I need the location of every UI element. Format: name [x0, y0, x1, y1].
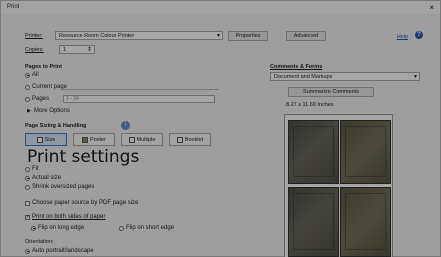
both-sides-label: Print on both sides of paper: [32, 214, 106, 220]
multiple-icon: [128, 136, 135, 143]
caption-text: Print settings: [27, 147, 140, 167]
pages-range-input[interactable]: 1 - 24: [63, 95, 215, 103]
orientation-title: Orientation:: [25, 239, 54, 245]
tab-poster[interactable]: Poster: [73, 133, 115, 146]
print-preview: [284, 114, 393, 257]
preview-page-image: [288, 187, 339, 257]
radio-all-dot[interactable]: [25, 72, 30, 78]
choose-source-box[interactable]: [25, 200, 30, 206]
chevron-down-icon: ▾: [216, 33, 220, 39]
dialog-title: Print: [7, 4, 20, 10]
radio-actual-dot[interactable]: [25, 175, 30, 181]
choose-source-label: Choose paper source by PDF page size: [32, 200, 139, 206]
radio-flip-long[interactable]: Flip on long edge: [31, 225, 84, 231]
radio-fit-dot[interactable]: [25, 166, 30, 172]
booklet-icon: [176, 136, 183, 143]
tab-booklet-label: Booklet: [184, 136, 204, 143]
copies-label: Copies:: [25, 47, 44, 53]
help-icon[interactable]: ?: [415, 31, 423, 39]
pages-to-print-title: Pages to Print: [25, 64, 62, 70]
preview-page-image: [340, 120, 391, 184]
both-sides-box[interactable]: [25, 214, 30, 220]
radio-pages-dot[interactable]: [25, 96, 30, 102]
radio-all-label: All: [32, 72, 39, 78]
tab-size-label: Size: [44, 136, 56, 143]
tab-size[interactable]: Size: [25, 133, 67, 146]
flip-long-dot[interactable]: [31, 225, 36, 231]
chevron-right-icon: ▶: [27, 108, 31, 114]
comments-forms-value: Document and Markups: [274, 74, 333, 80]
copies-stepper[interactable]: 1 ⇕: [59, 45, 95, 54]
page-sizing-title: Page Sizing & Handling: [25, 123, 87, 129]
properties-button[interactable]: Properties: [228, 31, 268, 41]
tab-poster-label: Poster: [90, 136, 106, 143]
flip-long-label: Flip on long edge: [38, 225, 85, 231]
more-options-toggle[interactable]: ▶ More Options: [27, 108, 70, 114]
page-size-readout: 8.27 x 11.69 Inches: [286, 102, 334, 108]
more-options-label: More Options: [33, 108, 70, 114]
radio-shrink-dot[interactable]: [25, 184, 30, 190]
printer-select[interactable]: Resource Room Colour Printer ▾: [55, 31, 223, 40]
copies-value: 1: [63, 47, 67, 53]
preview-page-image: [340, 187, 391, 257]
comments-forms-title: Comments & Forms: [270, 64, 323, 70]
title-bar: Print ×: [1, 1, 440, 14]
radio-all[interactable]: All: [25, 72, 39, 78]
poster-icon: [82, 136, 89, 143]
printer-label: Printer:: [25, 33, 43, 39]
preview-page-image: [288, 120, 339, 184]
chevron-down-icon: ▾: [413, 74, 417, 80]
choose-paper-source-checkbox[interactable]: Choose paper source by PDF page size: [25, 200, 138, 206]
radio-flip-short[interactable]: Flip on short edge: [119, 225, 174, 231]
tab-multiple[interactable]: Multiple: [121, 133, 163, 146]
size-icon: [36, 136, 43, 143]
print-dialog: Print × Printer: Resource Room Colour Pr…: [0, 0, 441, 257]
radio-shrink[interactable]: Shrink oversized pages: [25, 184, 94, 190]
comments-forms-select[interactable]: Document and Markups ▾: [270, 72, 420, 81]
summarize-comments-button[interactable]: Summarize Comments: [288, 87, 374, 97]
radio-actual-size[interactable]: Actual size: [25, 175, 61, 181]
tab-multiple-label: Multiple: [136, 136, 156, 143]
stepper-icon[interactable]: ⇕: [87, 46, 92, 54]
radio-actual-label: Actual size: [32, 175, 62, 181]
close-icon[interactable]: ×: [429, 3, 434, 12]
radio-current-dot[interactable]: [25, 84, 30, 90]
tab-booklet[interactable]: Booklet: [169, 133, 211, 146]
print-both-sides-checkbox[interactable]: Print on both sides of paper: [25, 214, 105, 220]
auto-orientation-label: Auto portrait/landscape: [32, 248, 94, 254]
flip-short-label: Flip on short edge: [126, 225, 175, 231]
radio-auto-orientation[interactable]: Auto portrait/landscape: [25, 248, 94, 254]
help-link[interactable]: Help: [397, 34, 408, 40]
divider: [61, 89, 219, 90]
advanced-button[interactable]: Advanced: [286, 31, 326, 41]
printer-value: Resource Room Colour Printer: [59, 33, 135, 39]
sizing-tabs: Size Poster Multiple Booklet: [25, 133, 211, 146]
radio-pages-label: Pages: [32, 96, 50, 102]
radio-shrink-label: Shrink oversized pages: [32, 184, 95, 190]
auto-orientation-dot[interactable]: [25, 248, 30, 254]
flip-short-dot[interactable]: [119, 225, 124, 231]
info-icon[interactable]: i: [121, 121, 130, 130]
radio-pages[interactable]: Pages: [25, 96, 49, 102]
